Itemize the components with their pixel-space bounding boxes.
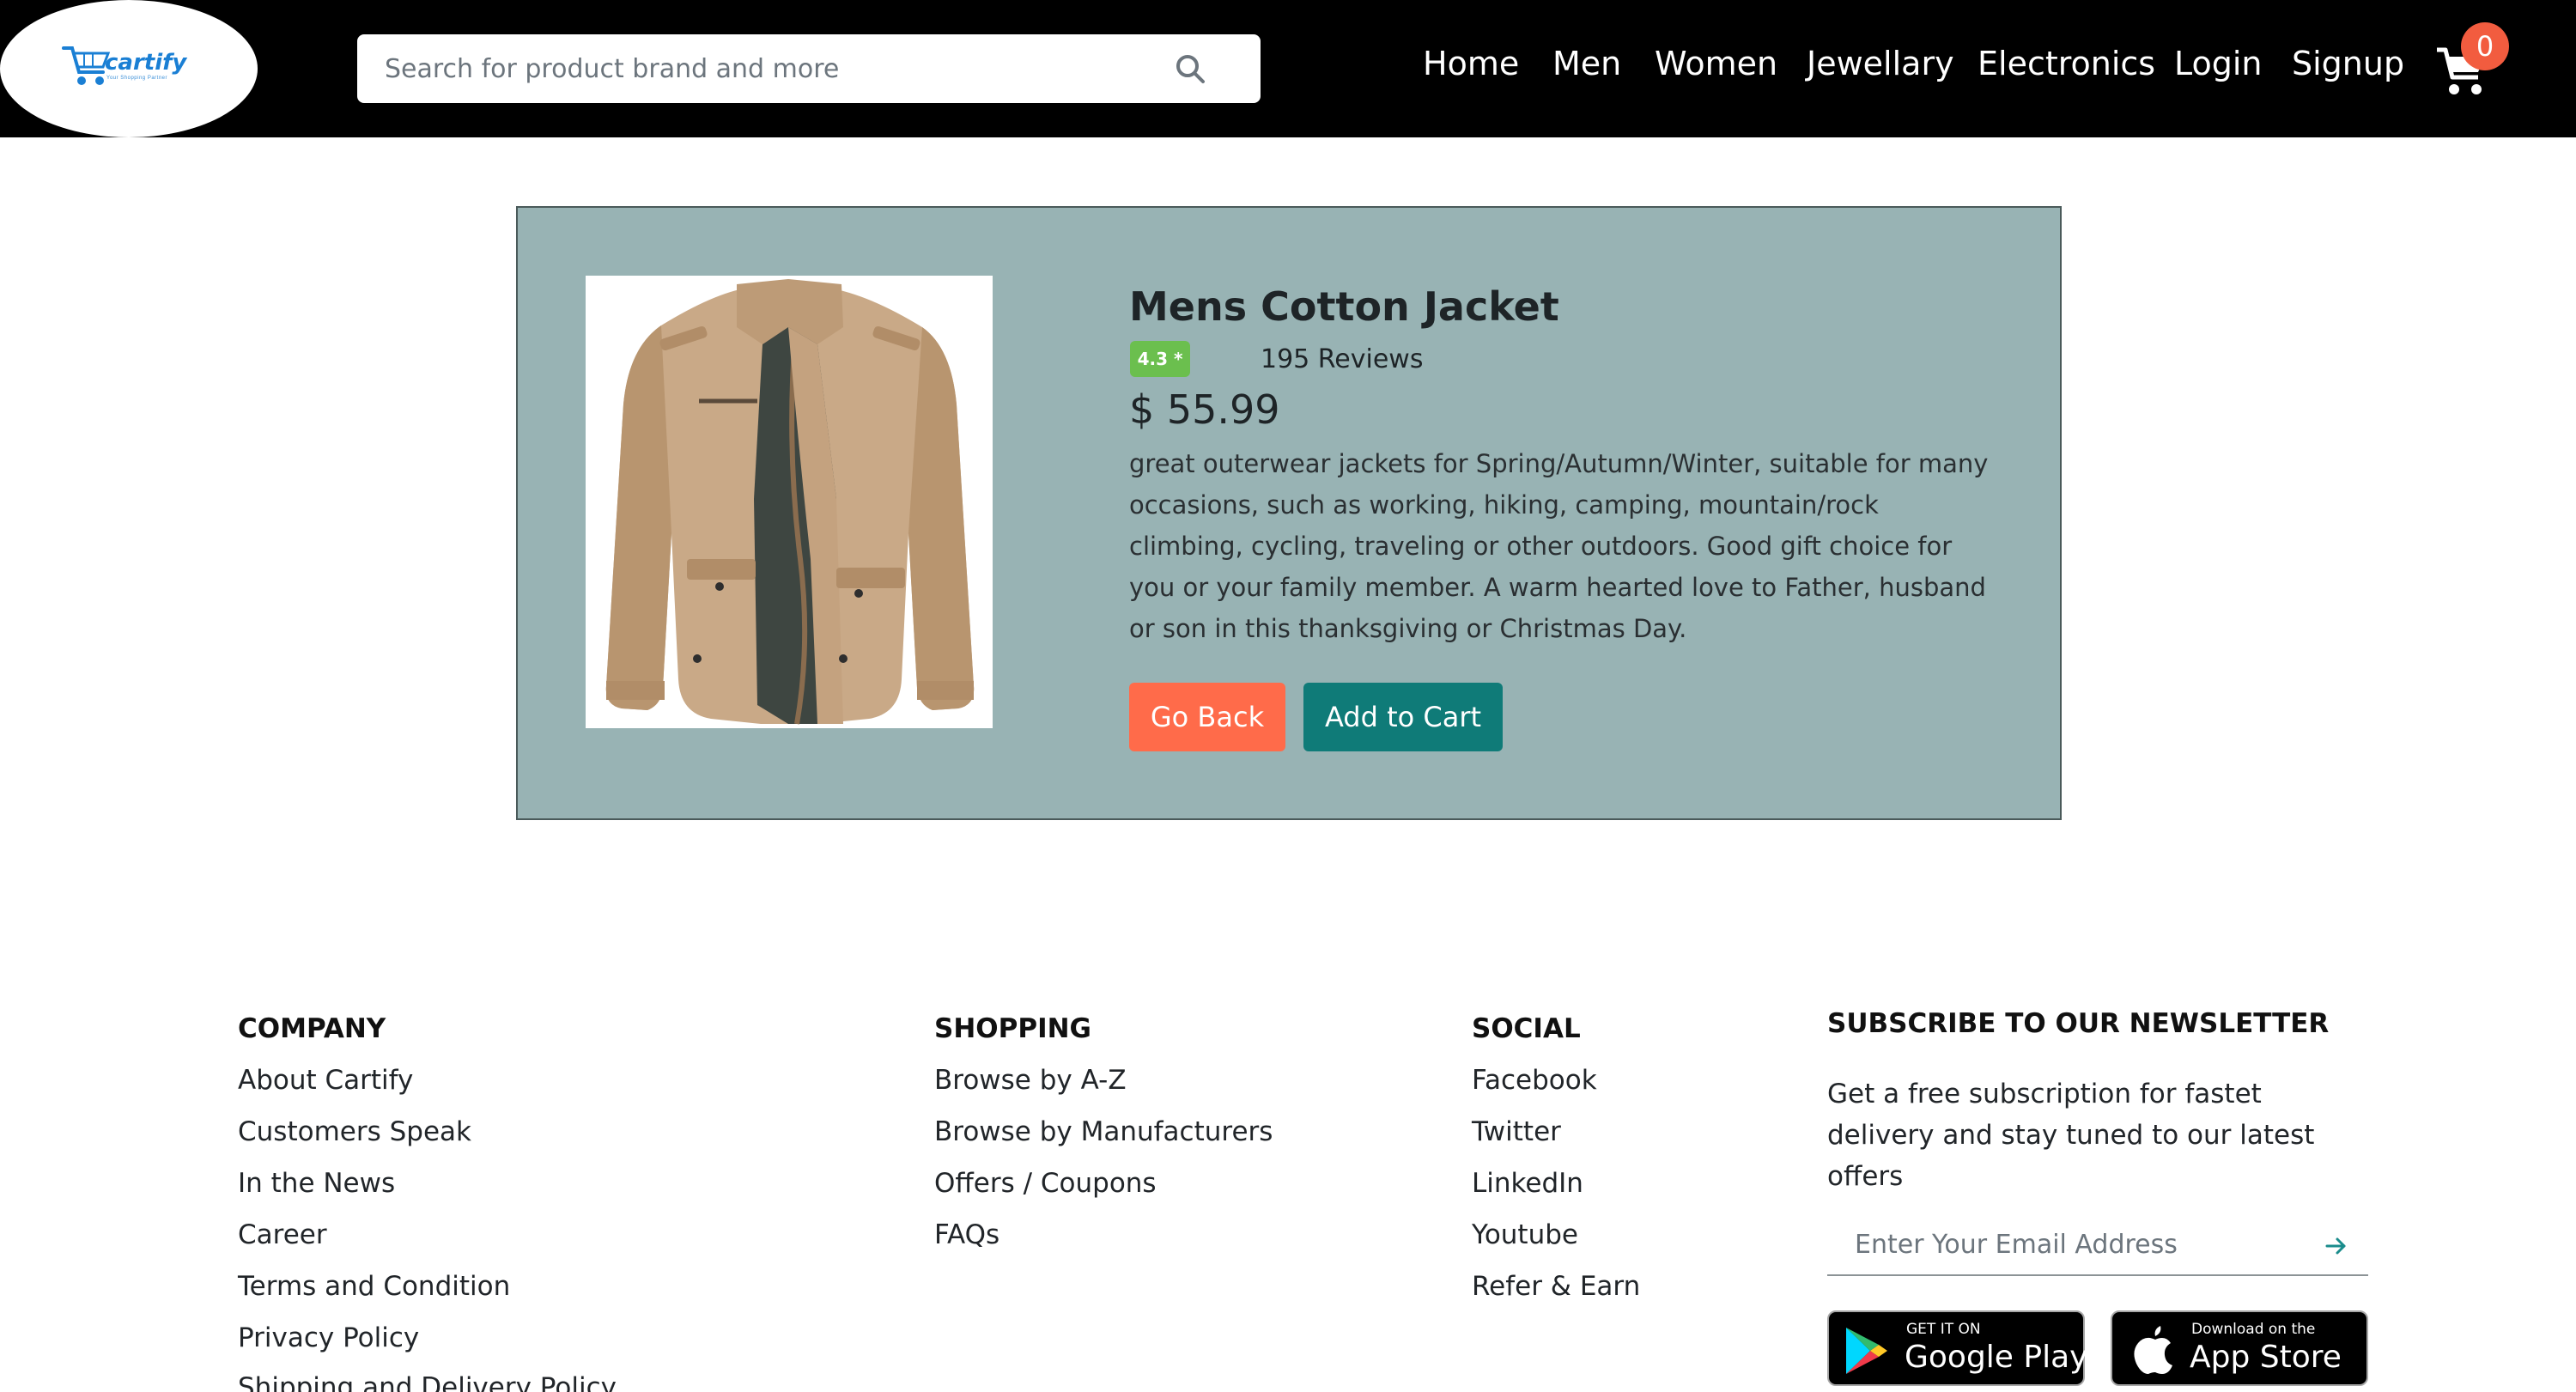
footer-link-youtube[interactable]: Youtube [1472,1219,1578,1250]
nav-electronics[interactable]: Electronics [1978,45,2155,82]
footer-link-refer[interactable]: Refer & Earn [1472,1271,1640,1302]
nav-jewellary[interactable]: Jewellary [1807,45,1954,82]
search-input[interactable] [385,34,1157,103]
rating-badge: 4.3 * [1130,341,1190,377]
app-store-big-text: App Store [2190,1340,2342,1375]
review-count[interactable]: 195 Reviews [1261,344,1423,374]
footer-link-terms[interactable]: Terms and Condition [238,1271,510,1302]
nav-men[interactable]: Men [1552,45,1621,82]
newsletter-form [1827,1214,2368,1276]
app-store-badge[interactable]: Download on the App Store [2111,1310,2368,1386]
footer-link-twitter[interactable]: Twitter [1472,1116,1561,1147]
cart-count-badge: 0 [2461,22,2509,70]
newsletter-heading: SUBSCRIBE TO OUR NEWSLETTER [1827,1008,2330,1039]
footer-link-browse-az[interactable]: Browse by A-Z [934,1065,1127,1096]
footer-link-browse-manufacturers[interactable]: Browse by Manufacturers [934,1116,1273,1147]
google-play-badge[interactable]: GET IT ON Google Play [1827,1310,2088,1386]
google-play-small-text: GET IT ON [1906,1321,1981,1338]
newsletter-email-input[interactable] [1855,1214,2301,1274]
nav-home[interactable]: Home [1423,45,1519,82]
footer-link-offers[interactable]: Offers / Coupons [934,1168,1157,1199]
product-image [586,276,993,728]
newsletter-text: Get a free subscription for fastet deliv… [1827,1079,2315,1192]
footer-link-linkedin[interactable]: LinkedIn [1472,1168,1583,1199]
footer-shopping-heading: SHOPPING [934,1013,1091,1044]
nav-signup[interactable]: Signup [2292,45,2404,82]
search-icon[interactable] [1175,53,1206,84]
footer-link-about[interactable]: About Cartify [238,1065,413,1096]
google-play-icon [1846,1328,1887,1374]
footer-link-news[interactable]: In the News [238,1168,395,1199]
search-bar [357,34,1261,103]
navbar: cartify Your Shopping Partner Home Men W… [0,0,2576,137]
product-price: $ 55.99 [1129,386,1280,433]
footer-link-privacy[interactable]: Privacy Policy [238,1322,419,1353]
nav-women[interactable]: Women [1655,45,1777,82]
logo-cart-icon [62,46,111,85]
google-play-big-text: Google Play [1905,1340,2088,1375]
arrow-right-icon[interactable] [2324,1233,2349,1259]
add-to-cart-button[interactable]: Add to Cart [1303,683,1503,751]
go-back-button[interactable]: Go Back [1129,683,1285,751]
footer-link-customers-speak[interactable]: Customers Speak [238,1116,471,1147]
footer-link-shipping[interactable]: Shipping and Delivery Policy [238,1372,617,1392]
logo-text: cartify [105,50,187,76]
footer-link-career[interactable]: Career [238,1219,327,1250]
nav-login[interactable]: Login [2174,45,2263,82]
apple-icon [2134,1326,2172,1374]
footer-social-heading: SOCIAL [1472,1013,1581,1044]
logo[interactable]: cartify Your Shopping Partner [0,0,258,137]
jacket-image-icon [605,279,975,725]
footer-company-heading: COMPANY [238,1013,386,1044]
product-title: Mens Cotton Jacket [1129,283,1559,330]
logo-tagline: Your Shopping Partner [106,76,167,81]
product-description: great outerwear jackets for Spring/Autum… [1129,449,1989,643]
footer-link-facebook[interactable]: Facebook [1472,1065,1597,1096]
footer-link-faqs[interactable]: FAQs [934,1219,999,1250]
app-store-small-text: Download on the [2191,1321,2316,1338]
